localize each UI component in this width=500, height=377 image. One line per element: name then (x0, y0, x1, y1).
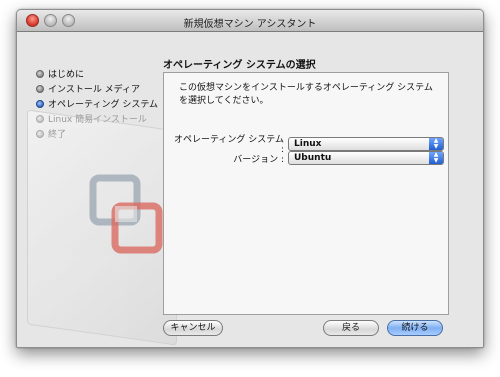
step-label: オペレーティング システム (48, 100, 159, 110)
page-title: オペレーティング システムの選択 (163, 60, 316, 71)
cancel-button[interactable]: キャンセル (163, 320, 223, 336)
continue-button[interactable]: 続ける (387, 320, 443, 336)
os-popup[interactable]: Linux ▲ ▼ (288, 136, 444, 151)
version-label: バージョン : (233, 154, 284, 165)
vmware-logo-icon (89, 174, 163, 254)
assistant-window: 新規仮想マシン アシスタント はじめに インストール メディア オペレーティング… (16, 9, 484, 348)
step-label: Linux 簡易インストール (48, 115, 147, 125)
version-row: バージョン : Ubuntu ▲ ▼ (172, 151, 444, 165)
step-item-linux-easy-install: Linux 簡易インストール (36, 111, 158, 126)
step-bullet-icon (36, 84, 44, 93)
content-panel: この仮想マシンをインストールするオペレーティング システムを選択してください。 … (163, 72, 449, 315)
step-item-finish: 終了 (36, 126, 158, 141)
back-button[interactable]: 戻る (323, 320, 379, 336)
instruction-text: この仮想マシンをインストールするオペレーティング システムを選択してください。 (179, 83, 433, 106)
step-bullet-icon (36, 129, 44, 138)
step-item-introduction: はじめに (36, 66, 158, 81)
up-down-arrows-icon: ▲ ▼ (429, 152, 443, 164)
up-down-arrows-icon: ▲ ▼ (429, 137, 443, 150)
step-label: はじめに (48, 70, 85, 80)
title-bar: 新規仮想マシン アシスタント (17, 10, 483, 32)
step-bullet-icon (36, 69, 44, 78)
os-popup-value: Linux (294, 138, 322, 149)
step-bullet-icon (36, 114, 44, 123)
step-item-operating-system: オペレーティング システム (36, 96, 158, 111)
step-item-install-media: インストール メディア (36, 81, 158, 96)
version-popup[interactable]: Ubuntu ▲ ▼ (288, 151, 444, 165)
window-content: はじめに インストール メディア オペレーティング システム Linux 簡易イ… (17, 32, 483, 347)
step-label: 終了 (48, 130, 67, 140)
step-list: はじめに インストール メディア オペレーティング システム Linux 簡易イ… (36, 66, 158, 141)
window-title: 新規仮想マシン アシスタント (183, 19, 317, 30)
step-bullet-current-icon (36, 99, 44, 108)
step-label: インストール メディア (48, 85, 141, 95)
version-popup-value: Ubuntu (294, 153, 332, 163)
